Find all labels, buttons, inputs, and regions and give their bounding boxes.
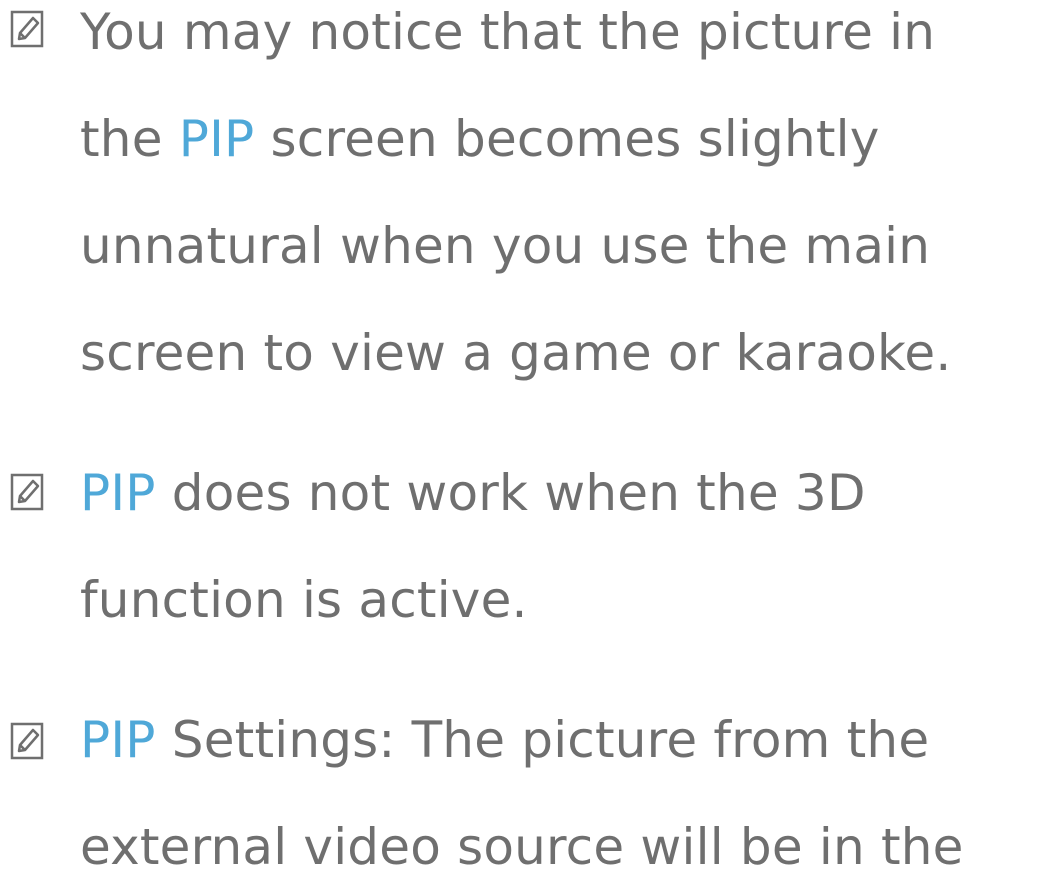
pip-highlight: PIP — [80, 464, 156, 522]
text-fragment: Settings: The picture from the — [155, 711, 930, 769]
text-fragment: does not work when the 3D — [155, 464, 866, 522]
note-3-line-2: external video source will be in the — [80, 818, 964, 876]
note-2-line-2: function is active. — [80, 571, 528, 629]
pip-highlight: PIP — [178, 110, 255, 168]
text-fragment: screen becomes slightly — [254, 110, 880, 168]
note-1-line-1: You may notice that the picture in — [80, 3, 936, 61]
note-3-line-1: PIP Settings: The picture from the — [80, 710, 929, 770]
text-fragment: the — [80, 110, 179, 168]
note-2-line-1: PIP does not work when the 3D — [80, 463, 866, 523]
note-1-line-3: unnatural when you use the main — [80, 217, 931, 275]
note-1-line-4: screen to view a game or karaoke. — [80, 324, 952, 382]
note-pencil-icon — [10, 722, 44, 760]
pip-highlight: PIP — [80, 711, 156, 769]
note-pencil-icon — [10, 10, 44, 48]
note-pencil-icon — [10, 473, 44, 511]
note-1-line-2: the PIP screen becomes slightly — [80, 109, 880, 169]
